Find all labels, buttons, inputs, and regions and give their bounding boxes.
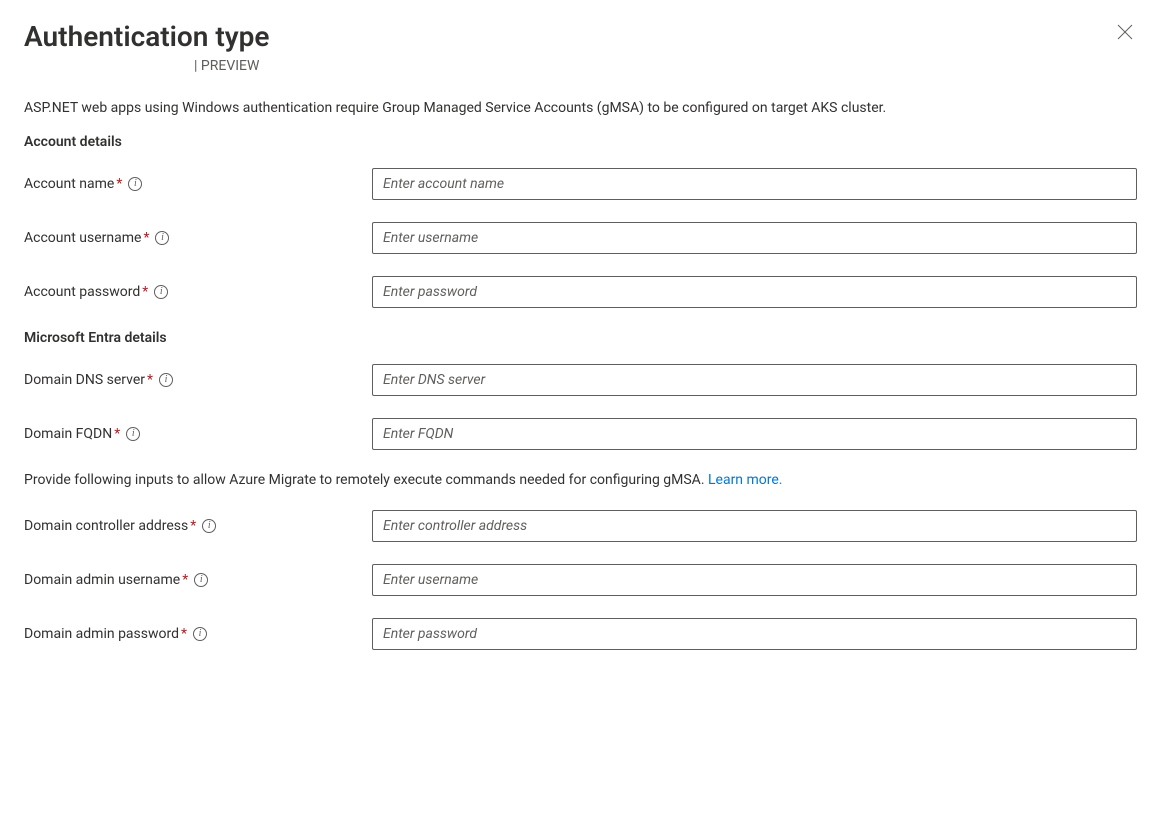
field-label: Account username	[24, 230, 141, 246]
required-marker: *	[142, 284, 148, 300]
domain-dns-input[interactable]	[372, 364, 1137, 396]
info-icon[interactable]: i	[154, 285, 168, 299]
field-row-domain-dns: Domain DNS server * i	[24, 364, 1137, 396]
panel-description: ASP.NET web apps using Windows authentic…	[24, 100, 1137, 116]
field-row-domain-controller: Domain controller address * i	[24, 510, 1137, 542]
account-password-input[interactable]	[372, 276, 1137, 308]
field-label-wrap: Account name * i	[24, 176, 372, 192]
required-marker: *	[182, 572, 188, 588]
info-icon[interactable]: i	[202, 519, 216, 533]
field-label: Domain admin username	[24, 572, 180, 588]
domain-fqdn-input[interactable]	[372, 418, 1137, 450]
field-row-account-password: Account password * i	[24, 276, 1137, 308]
helper-text: Provide following inputs to allow Azure …	[24, 472, 1137, 488]
field-label-wrap: Domain admin password * i	[24, 626, 372, 642]
field-label: Domain DNS server	[24, 372, 145, 388]
field-row-account-username: Account username * i	[24, 222, 1137, 254]
account-name-input[interactable]	[372, 168, 1137, 200]
info-icon[interactable]: i	[155, 231, 169, 245]
field-label: Domain FQDN	[24, 426, 112, 442]
field-label: Account name	[24, 176, 114, 192]
field-label: Domain controller address	[24, 518, 188, 534]
domain-admin-password-input[interactable]	[372, 618, 1137, 650]
field-row-domain-admin-username: Domain admin username * i	[24, 564, 1137, 596]
required-marker: *	[143, 230, 149, 246]
field-label-wrap: Domain DNS server * i	[24, 372, 372, 388]
field-row-domain-admin-password: Domain admin password * i	[24, 618, 1137, 650]
field-label-wrap: Domain admin username * i	[24, 572, 372, 588]
preview-label: PREVIEW	[201, 58, 260, 74]
required-marker: *	[114, 426, 120, 442]
helper-text-content: Provide following inputs to allow Azure …	[24, 472, 708, 488]
close-icon	[1117, 24, 1133, 40]
field-label-wrap: Account username * i	[24, 230, 372, 246]
close-button[interactable]	[1113, 20, 1137, 47]
info-icon[interactable]: i	[193, 627, 207, 641]
field-row-account-name: Account name * i	[24, 168, 1137, 200]
info-icon[interactable]: i	[128, 177, 142, 191]
account-username-input[interactable]	[372, 222, 1137, 254]
panel-header: Authentication type | PREVIEW	[24, 20, 1137, 74]
page-title: Authentication type	[24, 20, 269, 54]
field-label-wrap: Domain FQDN * i	[24, 426, 372, 442]
info-icon[interactable]: i	[126, 427, 140, 441]
required-marker: *	[147, 372, 153, 388]
info-icon[interactable]: i	[194, 573, 208, 587]
domain-admin-username-input[interactable]	[372, 564, 1137, 596]
section-title-entra: Microsoft Entra details	[24, 330, 1137, 346]
field-row-domain-fqdn: Domain FQDN * i	[24, 418, 1137, 450]
preview-badge: | PREVIEW	[24, 58, 269, 74]
preview-separator: |	[194, 58, 197, 74]
info-icon[interactable]: i	[159, 373, 173, 387]
field-label: Domain admin password	[24, 626, 179, 642]
learn-more-link[interactable]: Learn more.	[708, 472, 783, 488]
field-label-wrap: Account password * i	[24, 284, 372, 300]
required-marker: *	[190, 518, 196, 534]
domain-controller-input[interactable]	[372, 510, 1137, 542]
required-marker: *	[116, 176, 122, 192]
field-label-wrap: Domain controller address * i	[24, 518, 372, 534]
field-label: Account password	[24, 284, 140, 300]
required-marker: *	[181, 626, 187, 642]
header-text-block: Authentication type | PREVIEW	[24, 20, 269, 74]
section-title-account: Account details	[24, 134, 1137, 150]
